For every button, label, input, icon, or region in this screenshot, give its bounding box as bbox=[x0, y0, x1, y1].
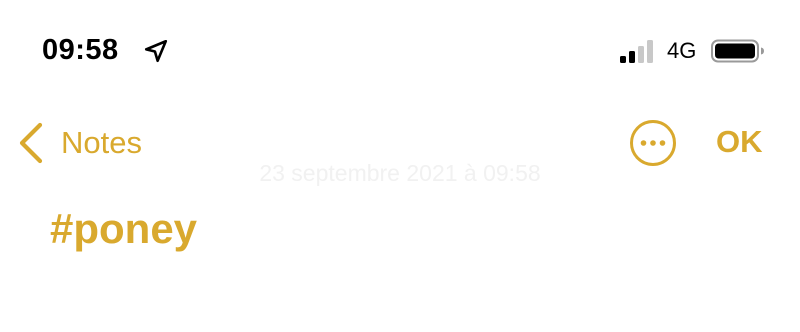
cellular-signal-icon bbox=[620, 40, 653, 63]
notes-screen: 09:58 4G Notes OK 23 septembre 2021 à 09… bbox=[0, 0, 800, 332]
note-date: 23 septembre 2021 à 09:58 bbox=[259, 160, 541, 186]
chevron-left-icon bbox=[19, 122, 43, 164]
back-button-label: Notes bbox=[61, 125, 142, 160]
network-type: 4G bbox=[667, 38, 697, 63]
battery-icon bbox=[711, 39, 764, 63]
location-arrow-icon bbox=[144, 39, 168, 63]
status-time: 09:58 bbox=[42, 34, 119, 66]
note-body-text[interactable]: #poney bbox=[50, 205, 197, 253]
done-button[interactable]: OK bbox=[716, 124, 763, 160]
